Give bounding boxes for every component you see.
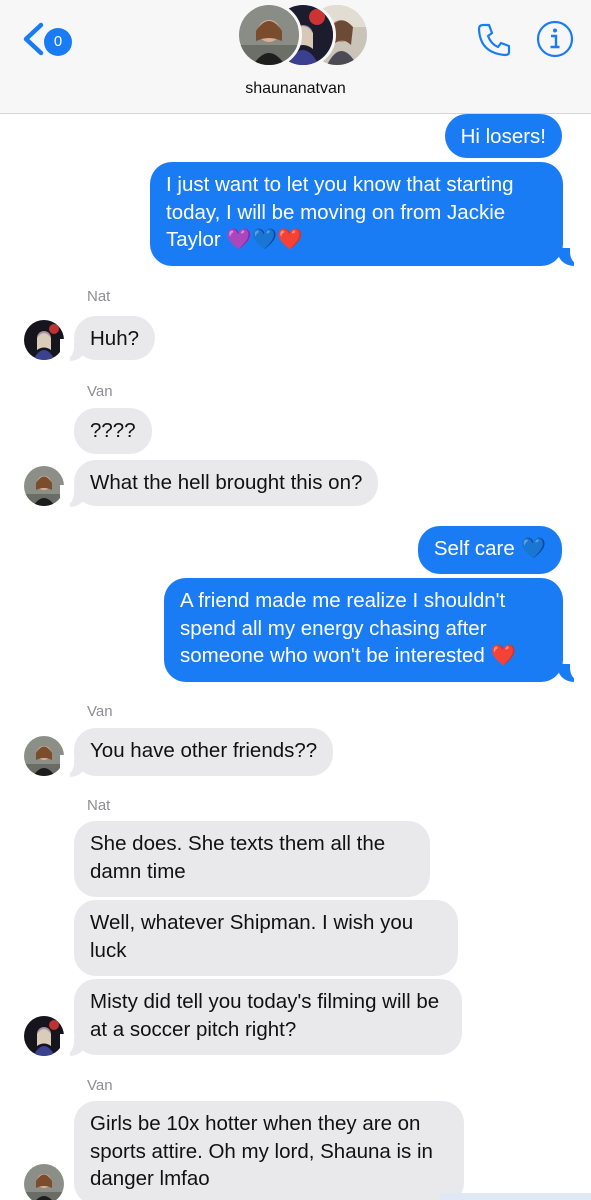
incoming-message[interactable]: Misty did tell you today's filming will … <box>74 979 462 1055</box>
conversation-title[interactable]: shaunanatvan <box>0 80 591 98</box>
outgoing-message[interactable]: Hi losers! <box>444 114 562 158</box>
incoming-message[interactable]: Huh? <box>74 316 156 360</box>
incoming-message[interactable]: You have other friends?? <box>74 728 334 776</box>
avatar-nat[interactable] <box>24 1016 64 1056</box>
group-avatars[interactable] <box>236 2 370 68</box>
incoming-message[interactable]: Well, whatever Shipman. I wish you luck <box>74 900 458 976</box>
bubble-tail <box>60 485 86 507</box>
incoming-message[interactable]: She does. She texts them all the damn ti… <box>74 821 430 897</box>
back-button[interactable]: 0 <box>20 22 72 61</box>
unread-count-badge: 0 <box>44 27 72 56</box>
incoming-message[interactable]: What the hell brought this on? <box>74 460 379 506</box>
outgoing-message[interactable]: I just want to let you know that startin… <box>150 162 563 266</box>
outgoing-message[interactable]: A friend made me realize I shouldn't spe… <box>164 578 563 682</box>
phone-icon[interactable] <box>474 20 514 65</box>
incoming-message[interactable]: ???? <box>74 408 152 454</box>
incoming-message[interactable]: Girls be 10x hotter when they are on spo… <box>74 1101 464 1200</box>
info-icon[interactable] <box>534 18 576 65</box>
sender-name: Van <box>87 1077 113 1094</box>
outgoing-message[interactable]: Self care 💙 <box>417 526 562 574</box>
input-bar-edge <box>440 1193 591 1200</box>
avatar-van[interactable] <box>24 1164 64 1200</box>
sender-name: Van <box>87 383 113 400</box>
sender-name: Van <box>87 703 113 720</box>
bubble-tail <box>60 339 86 361</box>
bubble-tail <box>60 1034 86 1056</box>
bubble-tail <box>558 660 584 682</box>
group-avatar-1 <box>236 2 302 68</box>
bubble-tail <box>60 755 86 777</box>
bubble-tail <box>558 244 584 266</box>
conversation-header: 0 shaunanatvan <box>0 0 591 114</box>
avatar-van[interactable] <box>24 736 64 776</box>
avatar-van[interactable] <box>24 466 64 506</box>
sender-name: Nat <box>87 288 111 305</box>
sender-name: Nat <box>87 797 111 814</box>
avatar-nat[interactable] <box>24 320 64 360</box>
messages-screen: 0 shaunanatvan Hi losers! I just want to… <box>0 0 591 1200</box>
chevron-left-icon <box>20 22 46 61</box>
